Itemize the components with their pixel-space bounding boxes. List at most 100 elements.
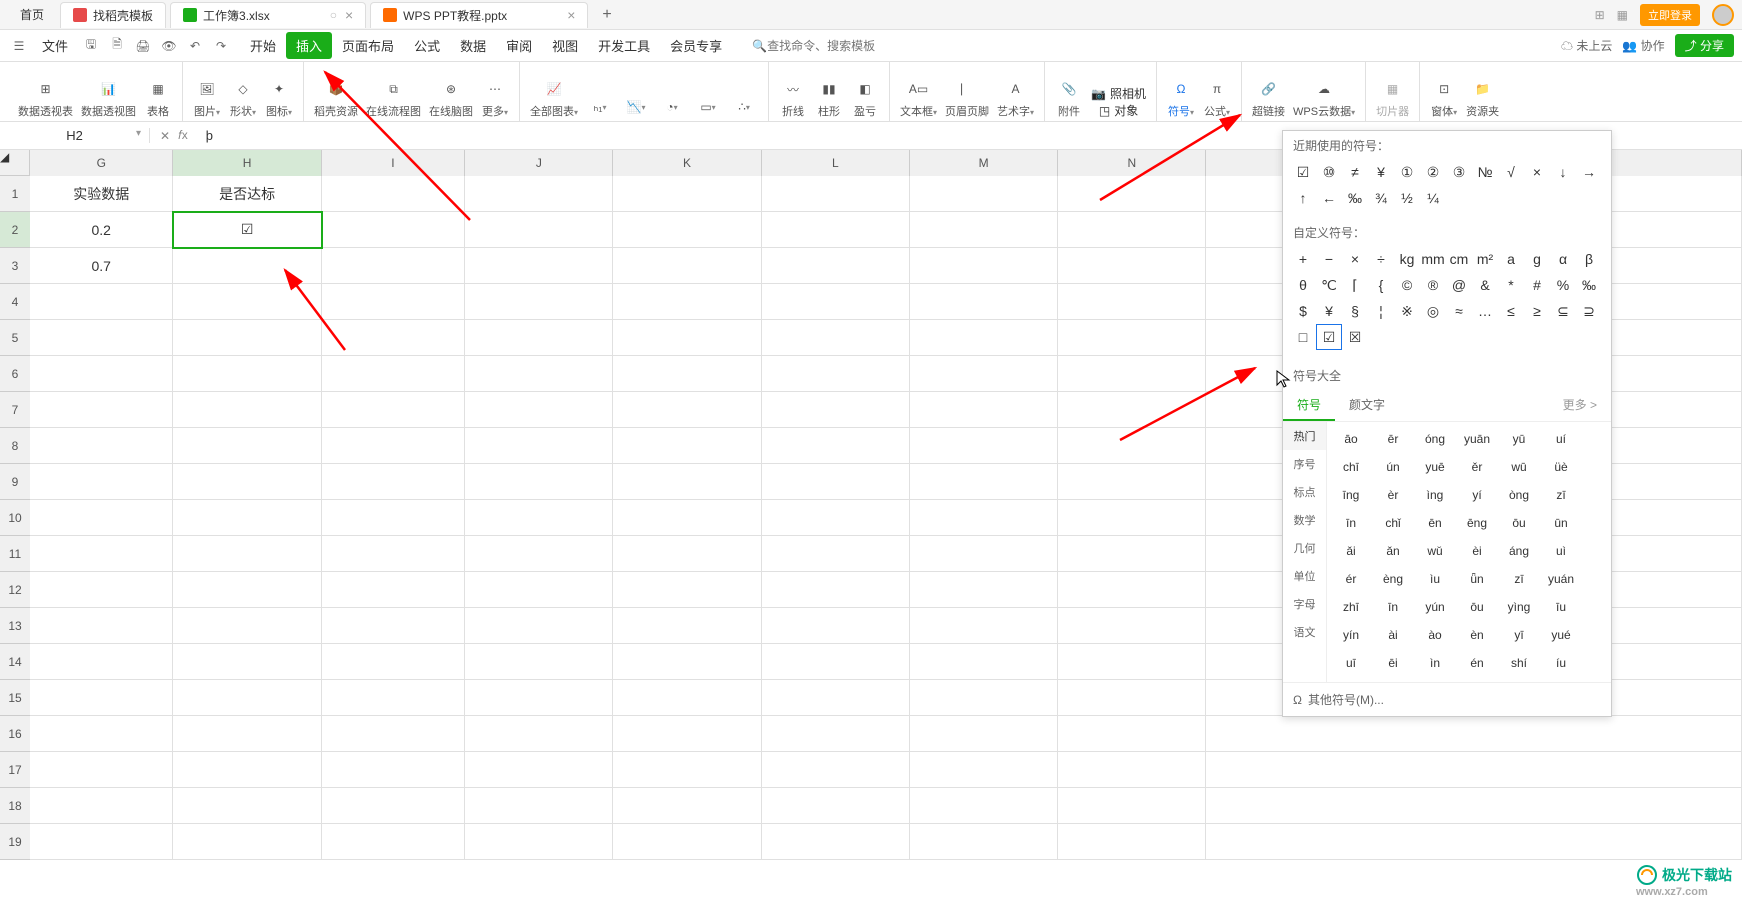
cell-G13[interactable] bbox=[30, 608, 173, 644]
cell-M13[interactable] bbox=[910, 608, 1058, 644]
symbol-item[interactable]: ☒ bbox=[1343, 325, 1367, 349]
pinyin-item[interactable]: yín bbox=[1331, 622, 1371, 648]
cell-I1[interactable] bbox=[322, 176, 465, 212]
symbol-item[interactable]: { bbox=[1369, 273, 1393, 297]
pinyin-cat[interactable]: 几何 bbox=[1283, 534, 1326, 562]
cell-J1[interactable] bbox=[465, 176, 613, 212]
symbol-item[interactable]: ⊇ bbox=[1577, 299, 1601, 323]
pivot-chart-button[interactable]: 📊数据透视图 bbox=[77, 67, 140, 121]
more-link[interactable]: 更多 > bbox=[1549, 390, 1611, 421]
symbol-item[interactable]: ⑩ bbox=[1317, 160, 1341, 184]
cell-M8[interactable] bbox=[910, 428, 1058, 464]
symbol-item[interactable]: ≤ bbox=[1499, 299, 1523, 323]
cell-N3[interactable] bbox=[1058, 248, 1206, 284]
symbol-item[interactable]: cm bbox=[1447, 247, 1471, 271]
pinyin-item[interactable]: yuán bbox=[1541, 566, 1581, 592]
symbol-item[interactable]: ≥ bbox=[1525, 299, 1549, 323]
cell-N1[interactable] bbox=[1058, 176, 1206, 212]
pinyin-item[interactable]: yuē bbox=[1415, 454, 1455, 480]
cell-N13[interactable] bbox=[1058, 608, 1206, 644]
cell-G7[interactable] bbox=[30, 392, 173, 428]
symbol-item[interactable]: ¥ bbox=[1317, 299, 1341, 323]
cell-H13[interactable] bbox=[173, 608, 321, 644]
cell-L19[interactable] bbox=[762, 824, 910, 860]
row-header-19[interactable]: 19 bbox=[0, 824, 30, 860]
pinyin-item[interactable]: üè bbox=[1541, 454, 1581, 480]
symbol-item[interactable]: ¦ bbox=[1369, 299, 1393, 323]
symbol-item[interactable]: ◎ bbox=[1421, 299, 1445, 323]
pinyin-item[interactable]: ōu bbox=[1457, 594, 1497, 620]
chart-type-2[interactable]: 📉▾ bbox=[618, 67, 654, 121]
cell-N19[interactable] bbox=[1058, 824, 1206, 860]
col-header-L[interactable]: L bbox=[762, 150, 910, 176]
cell-I11[interactable] bbox=[322, 536, 465, 572]
symbol-item[interactable]: θ bbox=[1291, 273, 1315, 297]
pinyin-item[interactable]: shí bbox=[1499, 650, 1539, 676]
cell-I8[interactable] bbox=[322, 428, 465, 464]
symbol-item[interactable]: § bbox=[1343, 299, 1367, 323]
pinyin-item[interactable]: ūn bbox=[1541, 510, 1581, 536]
cell-H18[interactable] bbox=[173, 788, 321, 824]
cell-G9[interactable] bbox=[30, 464, 173, 500]
apps-icon[interactable]: ▦ bbox=[1617, 8, 1628, 22]
camera-button[interactable]: 📷 照相机 bbox=[1091, 85, 1146, 102]
cell-N2[interactable] bbox=[1058, 212, 1206, 248]
slicer-button[interactable]: ▦切片器 bbox=[1372, 67, 1413, 121]
cell-I12[interactable] bbox=[322, 572, 465, 608]
cell-I16[interactable] bbox=[322, 716, 465, 752]
cell-Q18[interactable] bbox=[1206, 788, 1742, 824]
pinyin-item[interactable]: yū bbox=[1499, 426, 1539, 452]
tab-layout[interactable]: 页面布局 bbox=[332, 32, 404, 59]
cell-L6[interactable] bbox=[762, 356, 910, 392]
symbol-item[interactable]: $ bbox=[1291, 299, 1315, 323]
cell-K11[interactable] bbox=[613, 536, 761, 572]
symbol-item[interactable]: ℃ bbox=[1317, 273, 1341, 297]
cell-N16[interactable] bbox=[1058, 716, 1206, 752]
cell-L15[interactable] bbox=[762, 680, 910, 716]
pinyin-item[interactable]: uì bbox=[1541, 538, 1581, 564]
cell-L13[interactable] bbox=[762, 608, 910, 644]
symbol-item[interactable]: kg bbox=[1395, 247, 1419, 271]
cell-L2[interactable] bbox=[762, 212, 910, 248]
pinyin-item[interactable]: ìng bbox=[1415, 482, 1455, 508]
workbook-tab[interactable]: 工作簿3.xlsx ○ × bbox=[170, 2, 366, 28]
cell-J13[interactable] bbox=[465, 608, 613, 644]
cell-K12[interactable] bbox=[613, 572, 761, 608]
symbol-item[interactable]: ② bbox=[1421, 160, 1445, 184]
cell-L7[interactable] bbox=[762, 392, 910, 428]
cell-G3[interactable]: 0.7 bbox=[30, 248, 173, 284]
cell-J11[interactable] bbox=[465, 536, 613, 572]
symbol-item[interactable]: ‰ bbox=[1577, 273, 1601, 297]
pinyin-cat[interactable]: 字母 bbox=[1283, 590, 1326, 618]
redo-icon[interactable]: ↷ bbox=[210, 35, 232, 57]
cell-M9[interactable] bbox=[910, 464, 1058, 500]
symbol-item[interactable]: a bbox=[1499, 247, 1523, 271]
save-as-icon[interactable]: 🗎 bbox=[106, 35, 128, 57]
textbox-button[interactable]: A▭文本框▾ bbox=[896, 67, 941, 121]
symbol-item[interactable]: ¼ bbox=[1421, 186, 1445, 210]
cell-H8[interactable] bbox=[173, 428, 321, 464]
avatar[interactable] bbox=[1712, 4, 1734, 26]
symbol-item[interactable]: ½ bbox=[1395, 186, 1419, 210]
all-charts-button[interactable]: 📈全部图表▾ bbox=[526, 67, 582, 121]
symbol-item[interactable]: & bbox=[1473, 273, 1497, 297]
cell-G16[interactable] bbox=[30, 716, 173, 752]
cell-K3[interactable] bbox=[613, 248, 761, 284]
cell-N14[interactable] bbox=[1058, 644, 1206, 680]
symbol-item[interactable]: … bbox=[1473, 299, 1497, 323]
symbol-item[interactable]: × bbox=[1343, 247, 1367, 271]
pinyin-item[interactable]: zī bbox=[1499, 566, 1539, 592]
tab-formula[interactable]: 公式 bbox=[404, 32, 450, 59]
cell-N8[interactable] bbox=[1058, 428, 1206, 464]
window-button[interactable]: ⊡窗体▾ bbox=[1426, 67, 1462, 121]
row-header-6[interactable]: 6 bbox=[0, 356, 30, 392]
symbol-item[interactable]: √ bbox=[1499, 160, 1523, 184]
cell-J18[interactable] bbox=[465, 788, 613, 824]
cell-G2[interactable]: 0.2 bbox=[30, 212, 173, 248]
cell-H3[interactable] bbox=[173, 248, 321, 284]
pinyin-item[interactable]: èng bbox=[1373, 566, 1413, 592]
row-header-7[interactable]: 7 bbox=[0, 392, 30, 428]
row-header-4[interactable]: 4 bbox=[0, 284, 30, 320]
pinyin-item[interactable]: én bbox=[1457, 650, 1497, 676]
pinyin-item[interactable]: zī bbox=[1541, 482, 1581, 508]
